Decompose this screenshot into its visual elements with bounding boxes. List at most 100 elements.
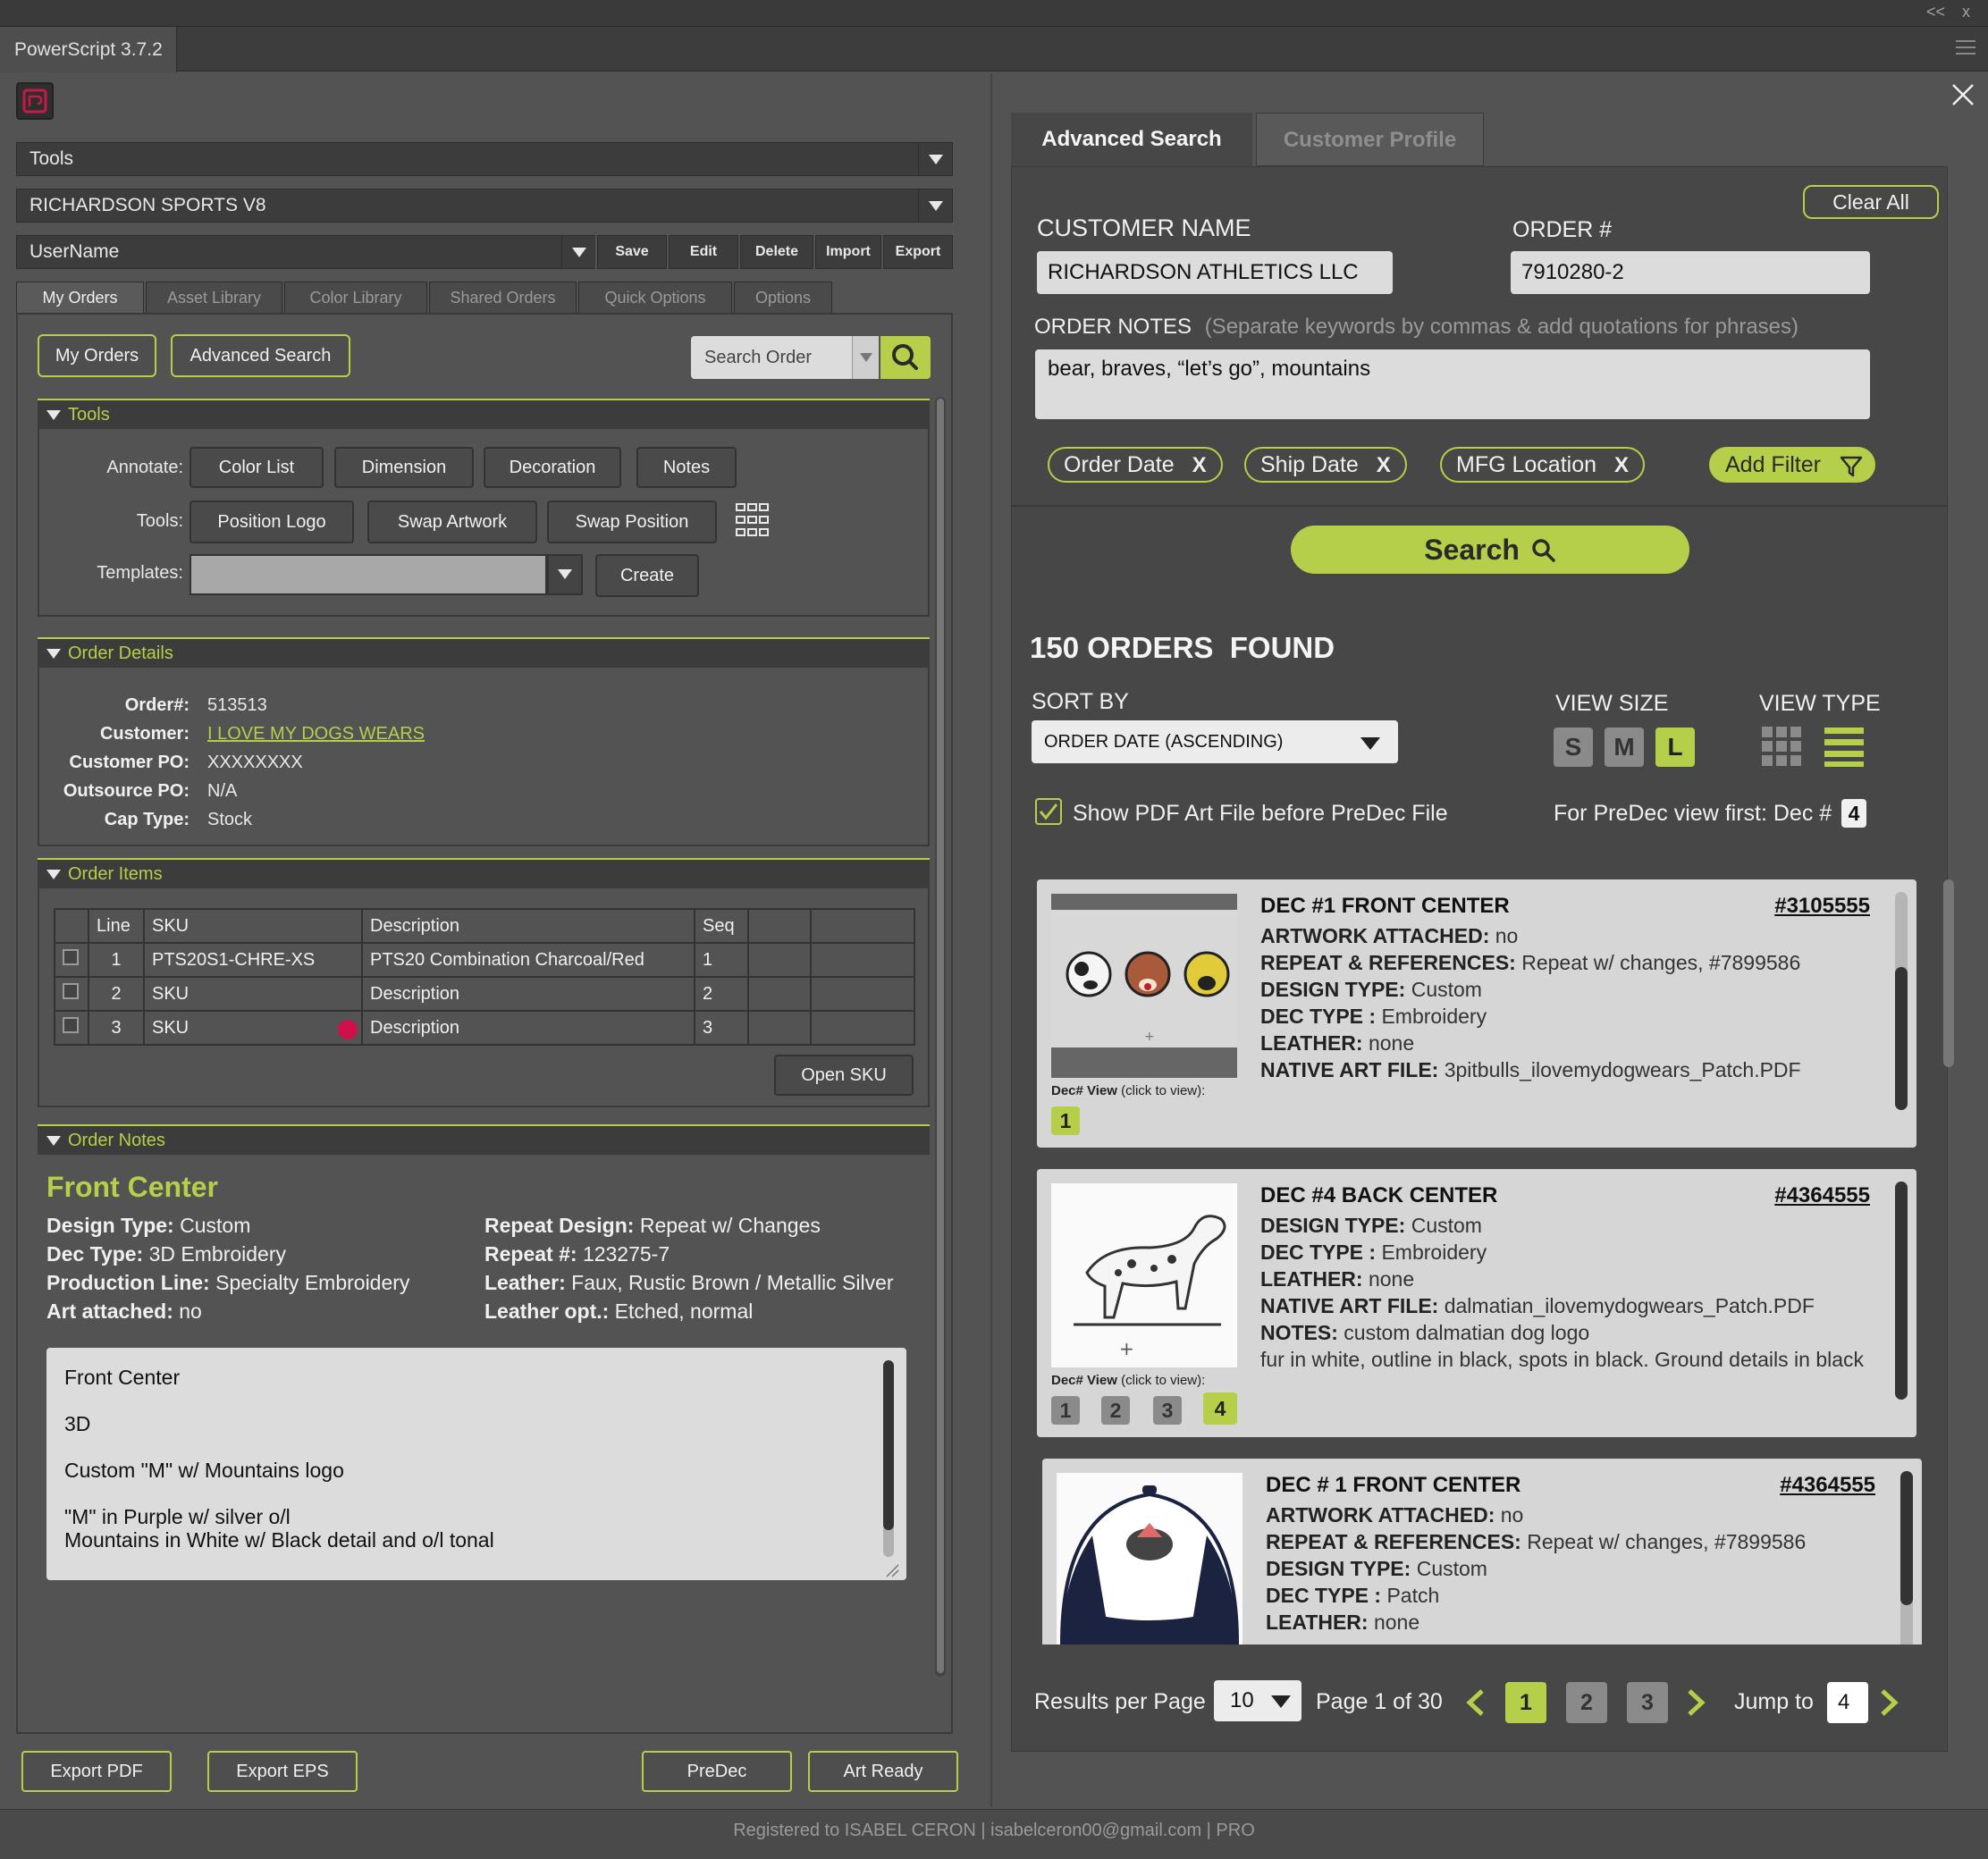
tab-color-library[interactable]: Color Library bbox=[284, 282, 427, 314]
next-page-icon[interactable] bbox=[1684, 1687, 1709, 1718]
notes-button[interactable]: Notes bbox=[636, 447, 737, 488]
tools-dropdown[interactable]: Tools bbox=[16, 142, 953, 176]
chevron-down-icon[interactable] bbox=[547, 554, 583, 595]
notes-scrollbar-thumb[interactable] bbox=[883, 1360, 894, 1530]
table-row[interactable]: 3 SKU Description 3 bbox=[54, 1010, 915, 1046]
row-checkbox[interactable] bbox=[63, 949, 79, 965]
view-size-medium-button[interactable]: M bbox=[1605, 728, 1644, 767]
left-scrollbar-thumb[interactable] bbox=[937, 399, 944, 1673]
jump-go-icon[interactable] bbox=[1877, 1687, 1902, 1718]
card-scrollbar[interactable] bbox=[1895, 892, 1908, 1110]
edit-button[interactable]: Edit bbox=[669, 235, 738, 269]
line-column-header[interactable]: Line bbox=[88, 908, 145, 944]
dimension-button[interactable]: Dimension bbox=[334, 447, 474, 488]
row-checkbox[interactable] bbox=[63, 983, 79, 999]
design-thumbnail[interactable] bbox=[1057, 1473, 1242, 1644]
remove-filter-icon[interactable]: X bbox=[1614, 453, 1629, 477]
chevron-down-icon[interactable] bbox=[918, 143, 952, 175]
tab-advanced-search[interactable]: Advanced Search bbox=[1011, 113, 1252, 166]
results-scrollbar-thumb[interactable] bbox=[1943, 879, 1954, 1067]
my-orders-button[interactable]: My Orders bbox=[38, 334, 156, 377]
dec-view-1-button[interactable]: 1 bbox=[1051, 1396, 1080, 1425]
jump-to-input[interactable]: 4 bbox=[1827, 1682, 1868, 1723]
left-scroll-track[interactable] bbox=[935, 397, 946, 1677]
search-icon[interactable] bbox=[880, 336, 931, 379]
app-logo-icon[interactable] bbox=[16, 82, 54, 120]
filter-chip-order-date[interactable]: Order Date X bbox=[1048, 447, 1223, 483]
page-1-button[interactable]: 1 bbox=[1505, 1682, 1546, 1723]
collapse-icon[interactable]: << bbox=[1926, 3, 1945, 21]
app-tab[interactable]: PowerScript 3.7.2 bbox=[0, 27, 177, 72]
order-number-input[interactable]: 7910280-2 bbox=[1511, 251, 1870, 294]
menu-icon[interactable] bbox=[1956, 40, 1975, 55]
result-card[interactable]: + Dec# View (click to view): 1 DEC #1 FR… bbox=[1037, 879, 1916, 1148]
dec-view-1-button[interactable]: 1 bbox=[1051, 1106, 1080, 1135]
sort-by-dropdown[interactable]: ORDER DATE (ASCENDING) bbox=[1032, 720, 1398, 763]
create-template-button[interactable]: Create bbox=[595, 554, 699, 597]
order-notes-header[interactable]: Order Notes bbox=[38, 1124, 930, 1155]
search-options-chevron-icon[interactable] bbox=[852, 336, 879, 379]
seq-column-header[interactable]: Seq bbox=[694, 908, 749, 944]
advanced-search-button[interactable]: Advanced Search bbox=[171, 334, 350, 377]
row-checkbox[interactable] bbox=[63, 1017, 79, 1033]
view-size-large-button[interactable]: L bbox=[1655, 728, 1695, 767]
predec-dec-input[interactable]: 4 bbox=[1841, 799, 1866, 828]
tab-customer-profile[interactable]: Customer Profile bbox=[1256, 113, 1484, 166]
panel-divider[interactable] bbox=[990, 73, 992, 1807]
order-notes-textarea[interactable]: Front Center 3D Custom "M" w/ Mountains … bbox=[46, 1348, 906, 1580]
resize-grip-icon[interactable] bbox=[885, 1559, 899, 1577]
delete-button[interactable]: Delete bbox=[740, 235, 813, 269]
swap-artwork-button[interactable]: Swap Artwork bbox=[367, 500, 537, 543]
predec-button[interactable]: PreDec bbox=[642, 1751, 792, 1792]
close-icon[interactable] bbox=[1950, 82, 1975, 107]
grid-layout-icon[interactable] bbox=[735, 502, 771, 538]
card-order-link[interactable]: #4364555 bbox=[1780, 1473, 1875, 1498]
close-window-icon[interactable]: x bbox=[1962, 3, 1970, 21]
color-list-button[interactable]: Color List bbox=[190, 447, 324, 488]
card-order-link[interactable]: #4364555 bbox=[1774, 1183, 1870, 1208]
view-size-small-button[interactable]: S bbox=[1554, 728, 1593, 767]
remove-filter-icon[interactable]: X bbox=[1377, 453, 1391, 477]
user-dropdown[interactable]: UserName bbox=[16, 235, 595, 269]
results-per-page-dropdown[interactable]: 10 bbox=[1214, 1680, 1301, 1721]
search-button[interactable]: Search bbox=[1291, 526, 1689, 574]
dec-view-3-button[interactable]: 3 bbox=[1153, 1396, 1182, 1425]
open-sku-button[interactable]: Open SKU bbox=[774, 1055, 914, 1096]
export-eps-button[interactable]: Export EPS bbox=[207, 1751, 358, 1792]
customer-name-input[interactable]: RICHARDSON ATHLETICS LLC bbox=[1037, 251, 1393, 294]
result-card[interactable]: DEC # 1 FRONT CENTER #4364555 ARTWORK AT… bbox=[1042, 1459, 1922, 1644]
design-thumbnail[interactable]: + bbox=[1051, 1183, 1237, 1367]
tab-my-orders[interactable]: My Orders bbox=[16, 282, 144, 314]
tab-asset-library[interactable]: Asset Library bbox=[146, 282, 282, 314]
order-details-header[interactable]: Order Details bbox=[38, 637, 930, 668]
remove-filter-icon[interactable]: X bbox=[1192, 453, 1207, 477]
order-items-header[interactable]: Order Items bbox=[38, 858, 930, 888]
import-button[interactable]: Import bbox=[815, 235, 881, 269]
tab-shared-orders[interactable]: Shared Orders bbox=[429, 282, 577, 314]
add-filter-button[interactable]: Add Filter bbox=[1709, 447, 1875, 483]
filter-chip-mfg-location[interactable]: MFG Location X bbox=[1440, 447, 1646, 483]
search-order-input[interactable]: Search Order bbox=[691, 336, 852, 379]
art-ready-button[interactable]: Art Ready bbox=[808, 1751, 958, 1792]
customer-link[interactable]: I LOVE MY DOGS WEARS bbox=[207, 724, 425, 744]
card-scrollbar-thumb[interactable] bbox=[1895, 1182, 1908, 1400]
design-thumbnail[interactable]: + bbox=[1051, 894, 1237, 1078]
card-scrollbar-thumb[interactable] bbox=[1895, 967, 1908, 1110]
swap-position-button[interactable]: Swap Position bbox=[547, 500, 717, 543]
export-pdf-button[interactable]: Export PDF bbox=[21, 1751, 172, 1792]
chevron-down-icon[interactable] bbox=[561, 236, 595, 268]
card-scrollbar[interactable] bbox=[1900, 1471, 1913, 1644]
chevron-down-icon[interactable] bbox=[918, 189, 952, 222]
tab-options[interactable]: Options bbox=[734, 282, 832, 314]
filter-chip-ship-date[interactable]: Ship Date X bbox=[1244, 447, 1407, 483]
order-notes-keywords-input[interactable]: bear, braves, “let’s go”, mountains bbox=[1035, 349, 1870, 419]
page-3-button[interactable]: 3 bbox=[1627, 1682, 1668, 1723]
previous-page-icon[interactable] bbox=[1462, 1687, 1487, 1718]
tools-section-header[interactable]: Tools bbox=[38, 399, 930, 429]
sku-column-header[interactable]: SKU bbox=[143, 908, 363, 944]
save-button[interactable]: Save bbox=[597, 235, 667, 269]
table-row[interactable]: 1 PTS20S1-CHRE-XS PTS20 Combination Char… bbox=[54, 942, 915, 978]
page-2-button[interactable]: 2 bbox=[1566, 1682, 1607, 1723]
result-card[interactable]: + Dec# View (click to view): 1 2 3 4 DEC… bbox=[1037, 1169, 1916, 1437]
dec-view-4-button[interactable]: 4 bbox=[1203, 1392, 1237, 1425]
